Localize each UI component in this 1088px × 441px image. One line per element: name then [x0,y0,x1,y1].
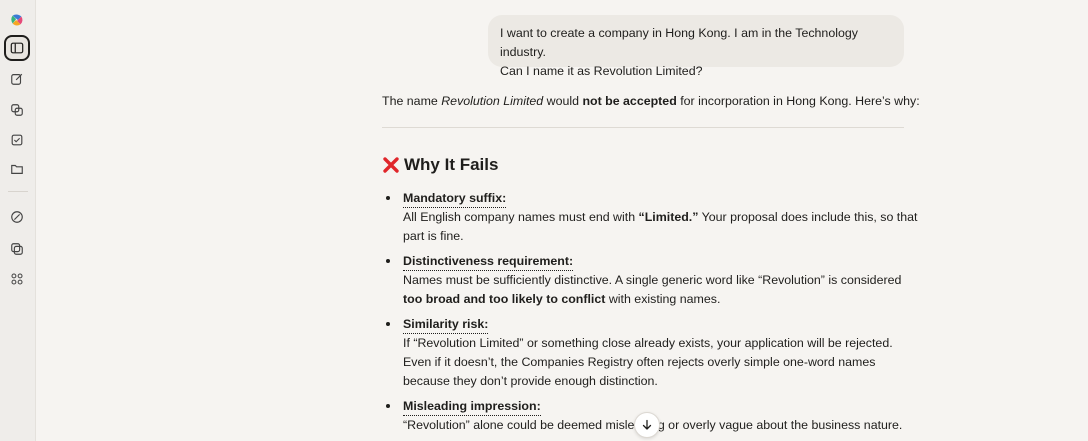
body-line: Names must be sufficiently distinctive. … [403,273,902,287]
item-title-link[interactable]: Mandatory suffix: [403,189,507,208]
item-title-link[interactable]: Misleading impression: [403,397,541,416]
intro-text: would [543,94,583,108]
body-line: All English company names must end with … [403,208,917,227]
body-text: All English company names must end with [403,210,639,224]
user-message-line: Can I name it as Revolution Limited? [500,64,703,78]
copy-pages-icon[interactable] [4,97,30,123]
body-line: If “Revolution Limited” or something clo… [403,336,893,350]
item-title-link[interactable]: Similarity risk: [403,315,489,334]
bullet [386,404,390,408]
item-title-link[interactable]: Distinctiveness requirement: [403,252,574,271]
image-gallery-icon[interactable] [4,236,30,262]
body-line: Even if it doesn’t, the Companies Regist… [403,354,876,369]
user-message-line: I want to create a company in Hong Kong.… [500,26,858,59]
discover-icon[interactable] [4,204,30,230]
copilot-logo-icon[interactable] [4,7,30,33]
scroll-to-bottom-button[interactable] [634,412,660,438]
bullet [386,196,390,200]
bullet [386,322,390,326]
section-divider [382,127,904,128]
cross-mark-icon [383,157,399,173]
verdict-text: not be accepted [582,94,677,108]
intro-text: The name [382,94,442,108]
sidebar-rail [0,0,36,441]
body-text: Your proposal does include this, so that [698,210,918,224]
company-name-text: Revolution Limited [441,94,544,108]
body-text: with existing names. [605,291,721,306]
section-heading: Why It Fails [382,155,498,175]
apps-icon[interactable] [4,266,30,292]
bullet [386,259,390,263]
new-chat-icon[interactable] [4,66,30,92]
body-line: too broad and too likely to conflict wit… [403,290,903,309]
item-body: Names must be sufficiently distinctive. … [403,271,903,309]
tasks-icon[interactable] [4,127,30,153]
arrow-down-icon [642,419,652,430]
body-bold-text: too broad and too likely to conflict [403,291,606,306]
rail-divider [8,191,28,192]
intro-text: for incorporation in Hong Kong. Here’s w… [676,94,920,108]
folder-icon[interactable] [4,156,30,182]
user-message-bubble: I want to create a company in Hong Kong.… [488,15,904,78]
item-body: If “Revolution Limited” or something clo… [403,334,903,390]
heading-text: Why It Fails [404,155,499,174]
body-line: because they don’t provide enough distin… [403,373,658,388]
answer-intro: The name Revolution Limited would not be… [382,92,920,110]
item-body: All English company names must end with … [403,208,917,246]
body-bold-text: “Limited.” [638,210,699,224]
chat-area: I want to create a company in Hong Kong.… [36,0,1088,441]
sidebar-toggle-icon[interactable] [4,35,30,61]
body-line: part is fine. [403,228,464,243]
